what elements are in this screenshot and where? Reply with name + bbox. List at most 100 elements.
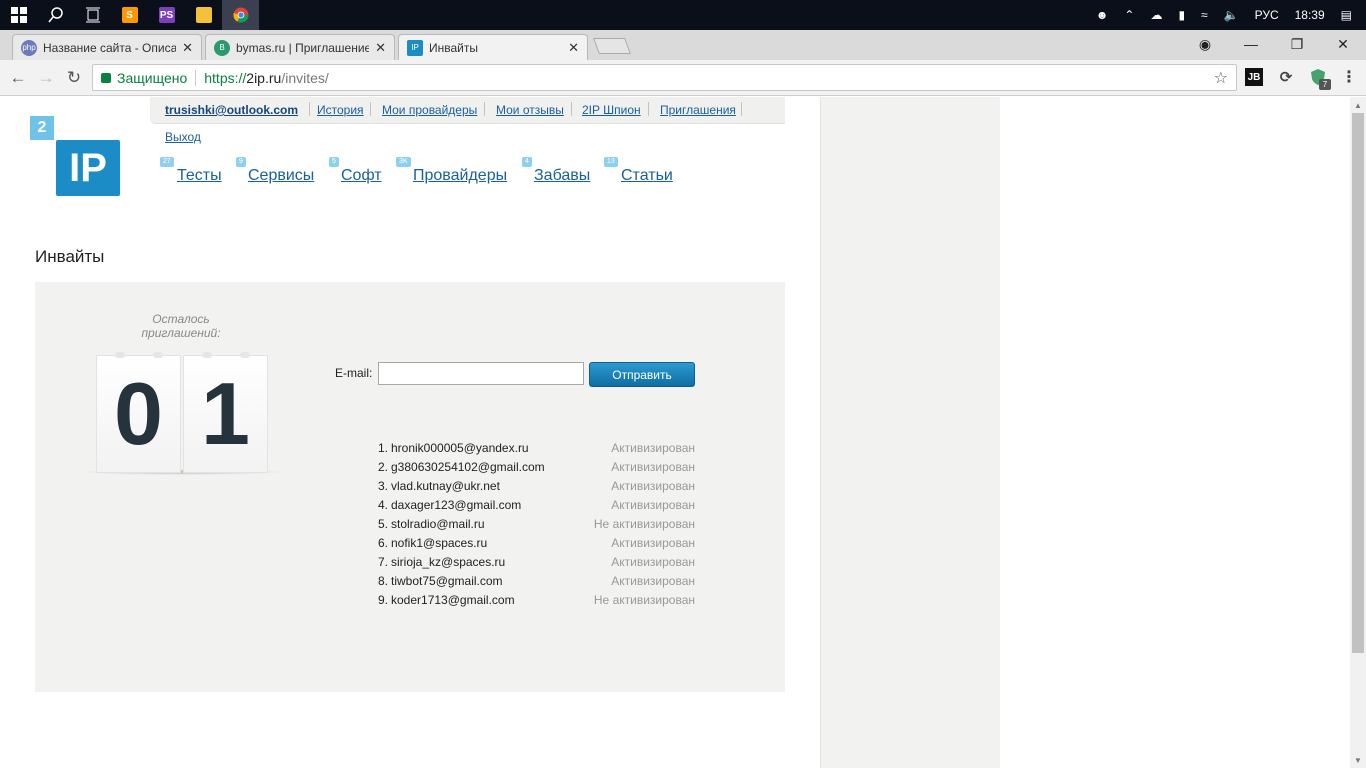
menu-item-providers[interactable]: Провайдеры — [413, 167, 507, 185]
send-button[interactable]: Отправить — [589, 362, 695, 387]
counter-digit: 1 — [183, 355, 268, 473]
menu-item-fun[interactable]: Забавы — [534, 167, 590, 185]
extension-badge: 7 — [1319, 79, 1331, 90]
minimize-icon[interactable]: — — [1228, 30, 1274, 58]
invite-status: Не активизирован — [593, 593, 695, 607]
invite-email: g380630254102@gmail.com — [391, 460, 545, 474]
invite-status: Активизирован — [611, 441, 695, 455]
battery-icon[interactable]: ▮ — [1178, 8, 1185, 22]
page-content: 2 IP trusishki@outlook.com История Мои п… — [0, 97, 1350, 768]
secure-label: Защищено — [117, 69, 188, 86]
site-logo[interactable]: 2 IP — [30, 116, 120, 196]
invite-number: 6. — [378, 536, 389, 550]
user-bar: trusishki@outlook.com История Мои провай… — [150, 97, 785, 124]
url-host: 2ip.ru — [246, 69, 282, 86]
task-view-icon — [85, 7, 100, 23]
search-button[interactable] — [37, 0, 74, 30]
reload-icon[interactable]: ↻ — [62, 66, 86, 90]
remaining-label: Осталось приглашений: — [141, 312, 221, 340]
menu-item-software[interactable]: Софт — [341, 167, 382, 185]
start-button[interactable] — [0, 0, 37, 30]
close-icon[interactable]: ✕ — [182, 40, 193, 56]
flip-ring — [153, 352, 163, 358]
wifi-icon[interactable]: ≈ — [1201, 8, 1208, 22]
tab-php[interactable]: php Название сайта - Описа ✕ — [12, 34, 202, 60]
people-icon[interactable]: ☻ — [1096, 8, 1109, 22]
address-bar[interactable]: Защищено https:// 2ip.ru /invites/ ☆ — [92, 64, 1237, 91]
close-window-icon[interactable]: ✕ — [1320, 30, 1366, 58]
lock-icon — [101, 72, 111, 83]
flip-ring — [115, 352, 125, 358]
volume-icon[interactable]: 🔈 — [1224, 8, 1239, 22]
notifications-icon[interactable]: ▤ — [1341, 8, 1352, 22]
windows-taskbar: S PS ☻ ⌃ ☁ ▮ ≈ 🔈 РУС 18:39 ▤ — [0, 0, 1366, 30]
search-icon — [47, 7, 63, 23]
phpstorm-icon: PS — [158, 7, 175, 23]
bookmark-star-icon[interactable]: ☆ — [1214, 68, 1228, 88]
profile-icon[interactable]: ◉ — [1182, 30, 1228, 58]
chrome-menu-icon[interactable]: ⋮ — [1340, 68, 1358, 86]
email-input[interactable] — [378, 362, 584, 385]
invite-list: 1. hronik000005@yandex.ru Активизирован 2. g… — [378, 439, 695, 610]
invite-number: 2. — [378, 460, 389, 474]
counter-digit: 0 — [96, 355, 181, 473]
right-sidebar — [820, 97, 1000, 768]
my-reviews-link[interactable]: Мои отзывы — [496, 103, 564, 117]
tab-title: Инвайты — [429, 40, 478, 55]
invite-status: Активизирован — [611, 555, 695, 569]
scrollbar-thumb[interactable] — [1352, 113, 1364, 653]
new-tab-button[interactable] — [593, 38, 631, 54]
windows-logo-icon — [10, 7, 27, 23]
menu-badge: 27 — [160, 157, 174, 167]
close-icon[interactable]: ✕ — [375, 40, 386, 56]
language-indicator[interactable]: РУС — [1255, 8, 1279, 22]
divider — [309, 102, 310, 116]
tab-bymas[interactable]: B bymas.ru | Приглашение ✕ — [205, 34, 395, 60]
forward-icon[interactable]: → — [34, 66, 58, 90]
history-link[interactable]: История — [317, 103, 364, 117]
taskbar-app-sublime[interactable]: S — [111, 0, 148, 30]
logout-link[interactable]: Выход — [165, 130, 201, 144]
taskbar-app-chrome[interactable] — [222, 0, 259, 30]
folder-icon — [195, 7, 212, 23]
menu-item-tests[interactable]: Тесты — [177, 167, 222, 185]
back-icon[interactable]: ← — [6, 66, 30, 90]
divider — [484, 102, 485, 116]
invite-email: daxager123@gmail.com — [391, 498, 522, 512]
list-item: 8. tiwbot75@gmail.com Активизирован — [378, 572, 695, 591]
list-item: 4. daxager123@gmail.com Активизирован — [378, 496, 695, 515]
chevron-up-icon[interactable]: ⌃ — [1124, 8, 1134, 22]
menu-badge: 4 — [522, 157, 532, 167]
list-item: 1. hronik000005@yandex.ru Активизирован — [378, 439, 695, 458]
tab-invites[interactable]: IP Инвайты ✕ — [398, 34, 588, 60]
bymas-favicon-icon: B — [214, 39, 230, 56]
spy-link[interactable]: 2IP Шпион — [582, 103, 641, 117]
task-view-button[interactable] — [74, 0, 111, 30]
onedrive-icon[interactable]: ☁ — [1150, 8, 1162, 22]
invitations-link[interactable]: Приглашения — [660, 103, 736, 117]
browser-toolbar: ← → ↻ Защищено https:// 2ip.ru /invites/… — [0, 60, 1366, 96]
user-email-link[interactable]: trusishki@outlook.com — [165, 103, 298, 117]
menu-badge: 3K — [396, 157, 411, 167]
invite-number: 1. — [378, 441, 389, 455]
scroll-up-icon[interactable]: ▲ — [1350, 97, 1366, 113]
scroll-down-icon[interactable]: ▼ — [1350, 752, 1366, 768]
menu-item-articles[interactable]: Статьи — [621, 167, 673, 185]
jetbrains-extension-icon[interactable]: JB — [1245, 68, 1263, 86]
invite-email: nofik1@spaces.ru — [391, 536, 488, 550]
restore-icon[interactable]: ❐ — [1274, 30, 1320, 58]
menu-item-services[interactable]: Сервисы — [248, 167, 314, 185]
close-icon[interactable]: ✕ — [568, 40, 579, 56]
sync-extension-icon[interactable]: ⟳ — [1277, 68, 1295, 86]
page-title: Инвайты — [35, 247, 105, 266]
taskbar-app-phpstorm[interactable]: PS — [148, 0, 185, 30]
invite-number: 7. — [378, 555, 389, 569]
taskbar-app-explorer[interactable] — [185, 0, 222, 30]
clock[interactable]: 18:39 — [1295, 8, 1325, 22]
invite-email: tiwbot75@gmail.com — [391, 574, 503, 588]
my-providers-link[interactable]: Мои провайдеры — [382, 103, 477, 117]
php-favicon-icon: php — [21, 39, 37, 56]
invite-email: hronik000005@yandex.ru — [391, 441, 529, 455]
invite-email: stolradio@mail.ru — [391, 517, 485, 531]
list-item: 2. g380630254102@gmail.com Активизирован — [378, 458, 695, 477]
